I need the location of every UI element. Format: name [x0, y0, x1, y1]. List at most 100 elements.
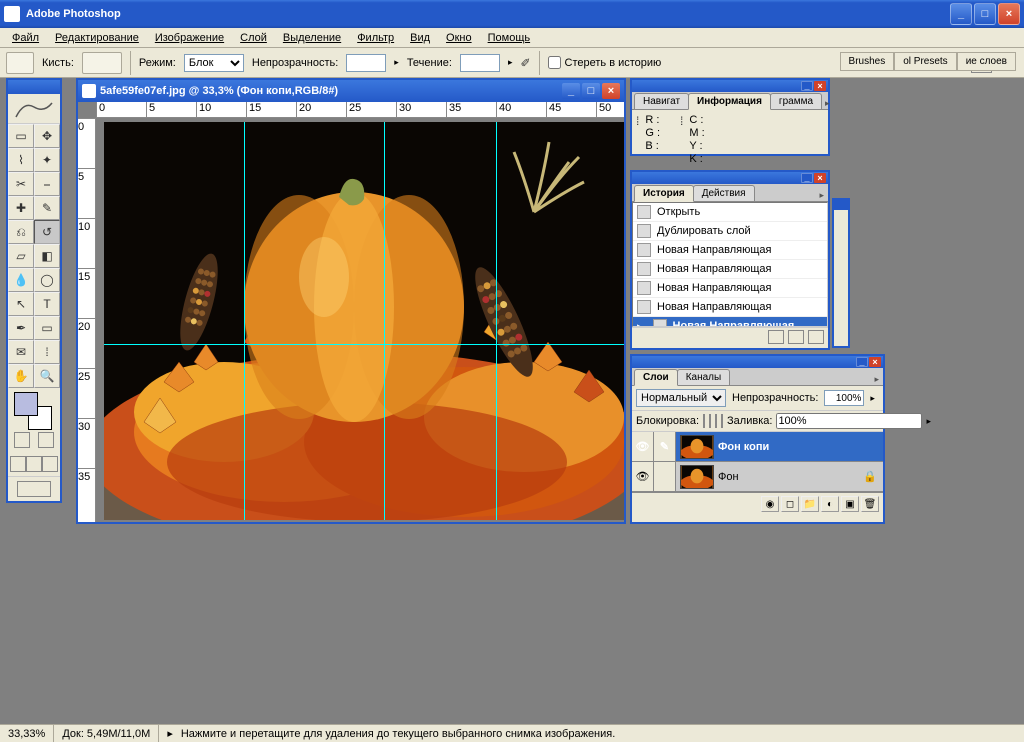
tool-blur[interactable]: 💧 [8, 268, 34, 292]
layer-style-icon[interactable]: ◉ [761, 496, 779, 512]
doc-minimize-button[interactable]: _ [562, 83, 580, 99]
imageready-jump[interactable] [8, 476, 60, 501]
tab-layer-comps[interactable]: ие слоев [957, 52, 1016, 71]
link-icon[interactable] [654, 462, 676, 491]
tab-history[interactable]: История [634, 185, 694, 202]
trash-icon[interactable] [808, 330, 824, 344]
link-icon[interactable]: ✎ [654, 432, 676, 461]
minimize-button[interactable]: _ [950, 3, 972, 25]
layers-panel-titlebar[interactable]: _× [632, 356, 883, 368]
tab-tool-presets[interactable]: ol Presets [894, 52, 956, 71]
tool-heal[interactable]: ✚ [8, 196, 34, 220]
tab-navigator[interactable]: Навигат [634, 93, 689, 109]
history-item[interactable]: Дублировать слой [633, 222, 827, 241]
horizontal-ruler[interactable]: 05101520253035404550 [96, 102, 624, 118]
tool-eyedropper[interactable]: ⁞ [34, 340, 60, 364]
visibility-icon[interactable]: 👁 [632, 462, 654, 491]
layer-row[interactable]: 👁 ✎ Фон копи [632, 432, 883, 462]
standard-mode[interactable] [14, 432, 30, 448]
tool-hand[interactable]: ✋ [8, 364, 34, 388]
tool-gradient[interactable]: ◧ [34, 244, 60, 268]
menu-filter[interactable]: Фильтр [349, 30, 402, 46]
history-item[interactable]: Новая Направляющая [633, 260, 827, 279]
layer-thumbnail[interactable] [680, 435, 714, 459]
tab-info[interactable]: Информация [688, 93, 771, 110]
panel-min-button[interactable]: _ [801, 173, 813, 183]
panel-min-button[interactable]: _ [801, 81, 813, 91]
adjustment-layer-icon[interactable]: ◐ [821, 496, 839, 512]
guide-horizontal-1[interactable] [104, 344, 624, 345]
canvas-area[interactable] [96, 118, 624, 522]
toolbox-titlebar[interactable] [8, 80, 60, 94]
tool-zoom[interactable]: 🔍 [34, 364, 60, 388]
history-item[interactable]: ▸Новая Направляющая [633, 317, 827, 327]
panel-menu-icon[interactable]: ▸ [815, 190, 828, 201]
menu-image[interactable]: Изображение [147, 30, 232, 46]
tool-move[interactable]: ✥ [34, 124, 60, 148]
snapshot-icon[interactable] [768, 330, 784, 344]
status-zoom[interactable]: 33,33% [0, 725, 54, 742]
brush-picker[interactable] [82, 52, 122, 74]
panel-min-button[interactable]: _ [856, 357, 868, 367]
layer-row[interactable]: 👁 Фон 🔒 [632, 462, 883, 492]
tool-marquee[interactable]: ▭ [8, 124, 34, 148]
guide-vertical-3[interactable] [496, 122, 497, 520]
screen-standard[interactable] [10, 456, 26, 472]
document-titlebar[interactable]: 5afe59fe07ef.jpg @ 33,3% (Фон копи,RGB/8… [78, 80, 624, 102]
erase-history-checkbox[interactable]: Стереть в историю [548, 56, 662, 69]
opacity-input[interactable] [346, 54, 386, 72]
delete-layer-icon[interactable]: 🗑 [861, 496, 879, 512]
menu-view[interactable]: Вид [402, 30, 438, 46]
mode-select[interactable]: Блок [184, 54, 244, 72]
close-button[interactable]: × [998, 3, 1020, 25]
quickmask-mode[interactable] [38, 432, 54, 448]
doc-maximize-button[interactable]: □ [582, 83, 600, 99]
history-item[interactable]: Открыть [633, 203, 827, 222]
visibility-icon[interactable]: 👁 [632, 432, 654, 461]
panel-menu-icon[interactable]: ▸ [821, 98, 834, 109]
lock-all-icon[interactable] [721, 414, 723, 428]
new-layer-icon[interactable]: ▣ [841, 496, 859, 512]
tool-path[interactable]: ↖ [8, 292, 34, 316]
tool-stamp[interactable]: ⎌ [8, 220, 34, 244]
menu-edit[interactable]: Редактирование [47, 30, 147, 46]
tool-history-brush[interactable]: ↺ [34, 220, 60, 244]
collapsed-palette-1[interactable] [832, 198, 850, 348]
tab-brushes[interactable]: Brushes [840, 52, 895, 71]
tab-channels[interactable]: Каналы [677, 369, 731, 385]
history-panel-titlebar[interactable]: _× [632, 172, 828, 184]
screen-menubar[interactable] [26, 456, 42, 472]
layer-set-icon[interactable]: 📁 [801, 496, 819, 512]
layer-thumbnail[interactable] [680, 465, 714, 489]
tool-wand[interactable]: ✦ [34, 148, 60, 172]
status-doc-size[interactable]: Док: 5,49M/11,0M [54, 725, 159, 742]
tool-eraser[interactable]: ▱ [8, 244, 34, 268]
tool-shape[interactable]: ▭ [34, 316, 60, 340]
history-item[interactable]: Новая Направляющая [633, 241, 827, 260]
airbrush-icon[interactable]: ✐ [520, 56, 530, 70]
tool-type[interactable]: T [34, 292, 60, 316]
layer-fill-input[interactable] [776, 413, 922, 429]
tool-brush[interactable]: ✎ [34, 196, 60, 220]
panel-close-button[interactable]: × [869, 357, 881, 367]
panel-menu-icon[interactable]: ▸ [870, 374, 883, 385]
doc-close-button[interactable]: × [602, 83, 620, 99]
foreground-color[interactable] [14, 392, 38, 416]
guide-vertical-2[interactable] [384, 122, 385, 520]
current-tool-icon[interactable] [6, 52, 34, 74]
tool-dodge[interactable]: ◯ [34, 268, 60, 292]
menu-help[interactable]: Помощь [480, 30, 539, 46]
menu-window[interactable]: Окно [438, 30, 480, 46]
panel-close-button[interactable]: × [814, 81, 826, 91]
history-item[interactable]: Новая Направляющая [633, 298, 827, 317]
menu-select[interactable]: Выделение [275, 30, 349, 46]
lock-transparency-icon[interactable] [703, 414, 705, 428]
menu-layer[interactable]: Слой [232, 30, 275, 46]
tool-pen[interactable]: ✒ [8, 316, 34, 340]
layer-mask-icon[interactable]: ◻ [781, 496, 799, 512]
info-panel-titlebar[interactable]: _× [632, 80, 828, 92]
blend-mode-select[interactable]: Нормальный [636, 389, 726, 407]
tool-crop[interactable]: ✂ [8, 172, 34, 196]
maximize-button[interactable]: □ [974, 3, 996, 25]
screen-full[interactable] [42, 456, 58, 472]
